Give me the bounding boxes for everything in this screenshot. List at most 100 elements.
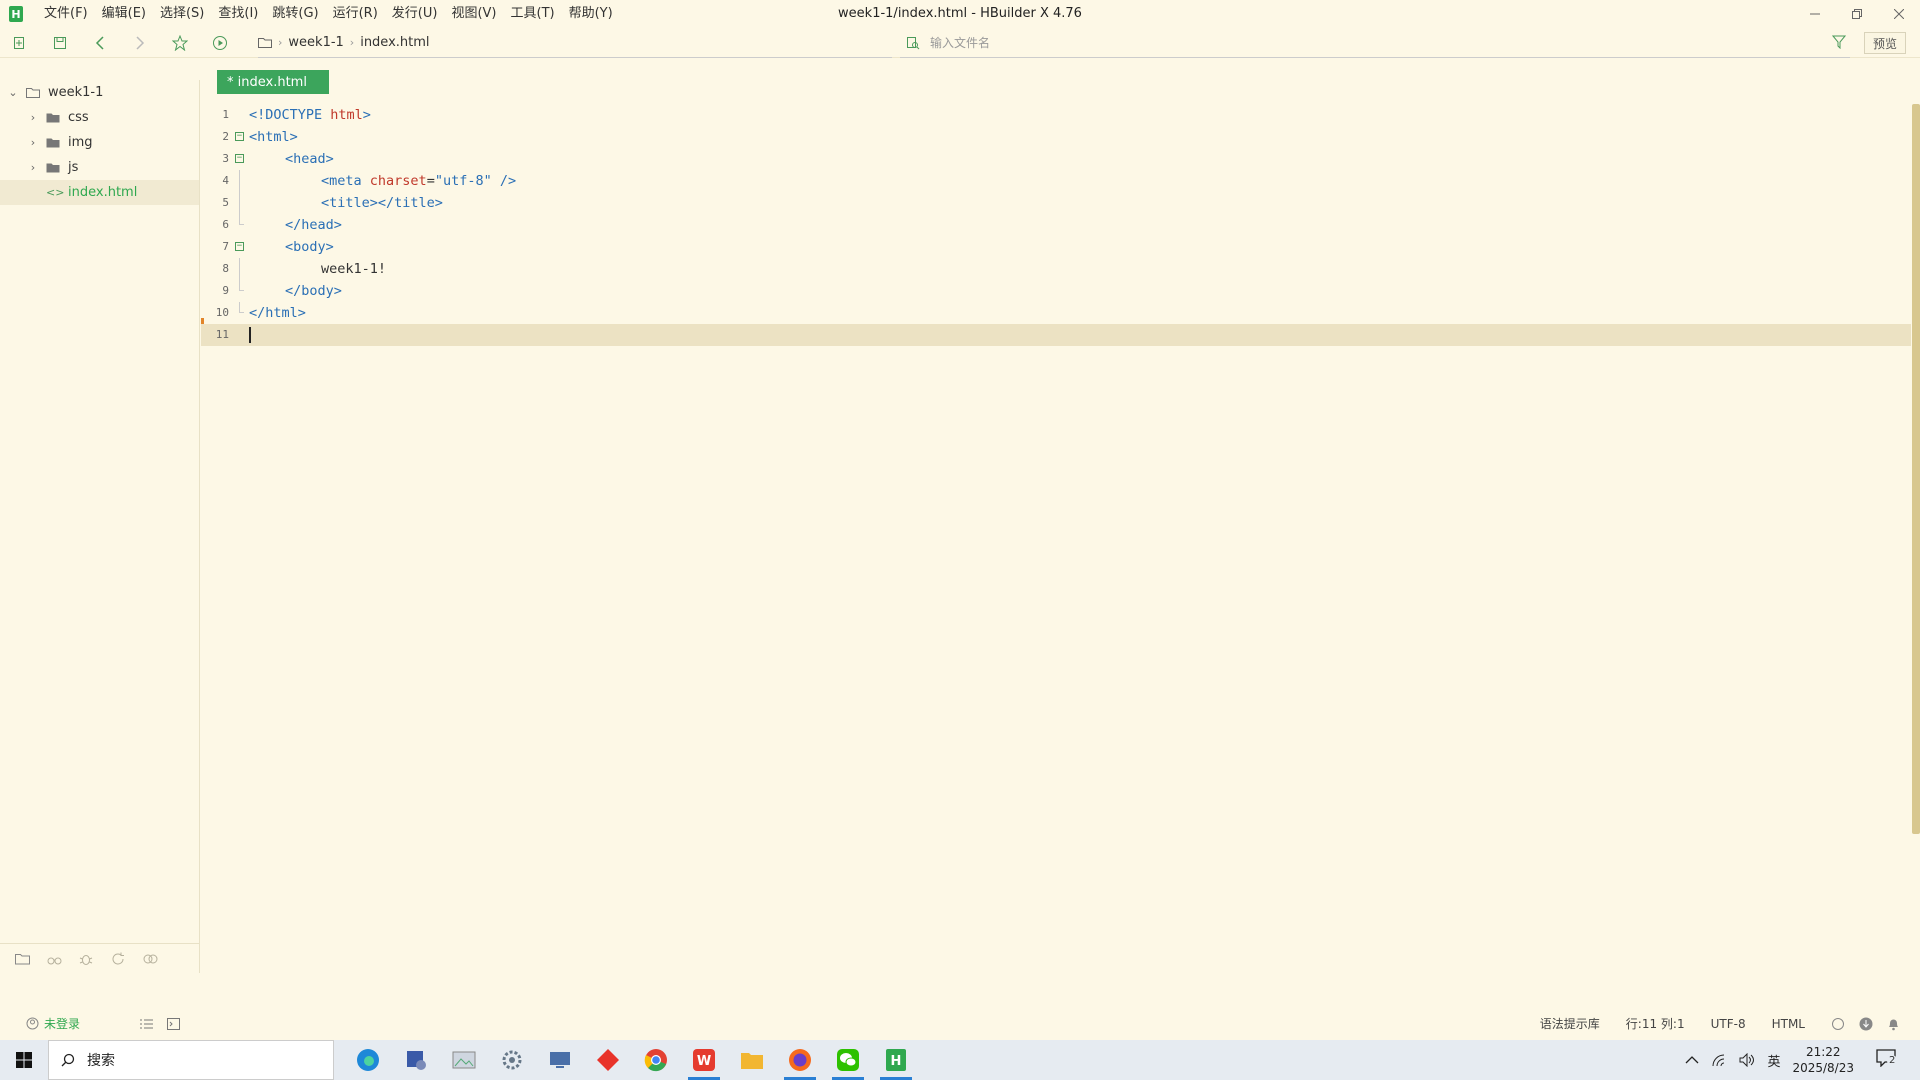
taskbar-app-explorer[interactable] bbox=[728, 1040, 776, 1080]
menu-publish[interactable]: 发行(U) bbox=[385, 0, 445, 28]
favorite-button[interactable] bbox=[160, 28, 200, 58]
back-button[interactable] bbox=[80, 28, 120, 58]
clock-time: 21:22 bbox=[1805, 1045, 1841, 1059]
menu-file[interactable]: 文件(F) bbox=[37, 0, 95, 28]
code-line[interactable]: 5 <title></title> bbox=[201, 192, 1911, 214]
tab-index-html[interactable]: * index.html bbox=[217, 70, 329, 94]
chevron-up-icon[interactable] bbox=[1685, 1055, 1699, 1065]
plugin-panel-button[interactable] bbox=[134, 952, 166, 965]
minimize-button[interactable] bbox=[1794, 0, 1836, 28]
star-icon bbox=[172, 34, 188, 51]
fold-toggle-icon[interactable]: − bbox=[235, 242, 244, 251]
chevron-right-icon[interactable]: › bbox=[26, 136, 40, 149]
debug-panel-button[interactable] bbox=[70, 952, 102, 966]
fold-guide bbox=[239, 302, 244, 313]
language-selector[interactable]: HTML bbox=[1772, 1017, 1805, 1031]
tree-item-index-html[interactable]: <> index.html bbox=[0, 180, 199, 205]
search-panel-button[interactable] bbox=[38, 953, 70, 965]
toolbar: › week1-1 › index.html 预览 bbox=[0, 28, 1920, 58]
code-line-current[interactable]: 11 bbox=[201, 324, 1911, 346]
list-icon[interactable] bbox=[140, 1018, 154, 1030]
run-button[interactable] bbox=[200, 28, 240, 58]
chevron-right-icon[interactable]: › bbox=[26, 161, 40, 174]
tree-item-css[interactable]: › css bbox=[0, 105, 199, 130]
bell-icon[interactable] bbox=[1887, 1017, 1900, 1031]
preview-button[interactable]: 预览 bbox=[1864, 32, 1906, 54]
fold-toggle-icon[interactable]: − bbox=[235, 132, 244, 141]
taskbar-app-remote[interactable] bbox=[536, 1040, 584, 1080]
login-status[interactable]: 未登录 bbox=[26, 1015, 80, 1032]
breadcrumb-item-project[interactable]: week1-1 bbox=[288, 35, 343, 50]
code-line[interactable]: 7 − <body> bbox=[201, 236, 1911, 258]
breadcrumb-item-file[interactable]: index.html bbox=[360, 35, 429, 50]
taskbar-app-edge[interactable] bbox=[344, 1040, 392, 1080]
encoding-selector[interactable]: UTF-8 bbox=[1711, 1017, 1746, 1031]
taskbar-app-wps[interactable]: W bbox=[680, 1040, 728, 1080]
taskbar-app-photos[interactable] bbox=[440, 1040, 488, 1080]
volume-icon[interactable] bbox=[1739, 1053, 1755, 1067]
svg-text:H: H bbox=[891, 1054, 902, 1069]
save-button[interactable] bbox=[40, 28, 80, 58]
tree-item-project[interactable]: ⌄ week1-1 bbox=[0, 80, 199, 105]
code-editor[interactable]: * index.html 1 <!DOCTYPE html> 2 − <html… bbox=[201, 58, 1920, 973]
code-line[interactable]: 9 </body> bbox=[201, 280, 1911, 302]
new-file-button[interactable] bbox=[0, 28, 40, 58]
terminal-icon[interactable] bbox=[167, 1017, 181, 1030]
chevron-down-icon[interactable]: ⌄ bbox=[6, 86, 20, 99]
taskbar-app-hbuilder[interactable]: H bbox=[872, 1040, 920, 1080]
code-line[interactable]: 3 − <head> bbox=[201, 148, 1911, 170]
code-line[interactable]: 4 <meta charset="utf-8" /> bbox=[201, 170, 1911, 192]
menu-edit[interactable]: 编辑(E) bbox=[95, 0, 153, 28]
filter-icon[interactable] bbox=[1832, 35, 1846, 49]
menu-tools[interactable]: 工具(T) bbox=[504, 0, 562, 28]
restore-button[interactable] bbox=[1836, 0, 1878, 28]
play-circle-icon bbox=[213, 35, 227, 50]
taskbar-search-box[interactable]: 搜索 bbox=[48, 1040, 334, 1080]
code-area[interactable]: 1 <!DOCTYPE html> 2 − <html> 3 − <head> … bbox=[201, 104, 1911, 346]
vertical-scrollbar[interactable] bbox=[1912, 104, 1920, 834]
gear-icon bbox=[502, 1050, 522, 1070]
code-line[interactable]: 2 − <html> bbox=[201, 126, 1911, 148]
tree-item-img[interactable]: › img bbox=[0, 130, 199, 155]
close-button[interactable] bbox=[1878, 0, 1920, 28]
taskbar-app-firefox[interactable] bbox=[776, 1040, 824, 1080]
cursor-position[interactable]: 行:11 列:1 bbox=[1626, 1015, 1685, 1032]
search-icon bbox=[61, 1053, 75, 1067]
download-icon[interactable] bbox=[1859, 1017, 1873, 1031]
taskbar-app-wechat[interactable] bbox=[824, 1040, 872, 1080]
taskbar-app-red[interactable] bbox=[584, 1040, 632, 1080]
taskbar-app-settings[interactable] bbox=[488, 1040, 536, 1080]
start-button[interactable] bbox=[0, 1040, 48, 1080]
network-icon[interactable] bbox=[1711, 1053, 1727, 1067]
syntax-library-button[interactable]: 语法提示库 bbox=[1540, 1015, 1600, 1032]
monitor-icon bbox=[550, 1052, 570, 1068]
binoculars-icon bbox=[47, 957, 61, 964]
code-line[interactable]: 8 week1-1! bbox=[201, 258, 1911, 280]
chevron-left-icon bbox=[95, 35, 104, 50]
menu-view[interactable]: 视图(V) bbox=[444, 0, 503, 28]
taskbar-app-chrome[interactable] bbox=[632, 1040, 680, 1080]
code-line[interactable]: 6 </head> bbox=[201, 214, 1911, 236]
code-line[interactable]: 1 <!DOCTYPE html> bbox=[201, 104, 1911, 126]
taskbar-app-tool[interactable] bbox=[392, 1040, 440, 1080]
menu-run[interactable]: 运行(R) bbox=[326, 0, 385, 28]
code-line[interactable]: 10 </html> bbox=[201, 302, 1911, 324]
edge-icon bbox=[357, 1049, 379, 1071]
tree-item-js[interactable]: › js bbox=[0, 155, 199, 180]
fold-toggle-icon[interactable]: − bbox=[235, 154, 244, 163]
forward-button[interactable] bbox=[120, 28, 160, 58]
file-name-input[interactable] bbox=[930, 35, 1630, 50]
notification-center-button[interactable]: 2 bbox=[1876, 1049, 1906, 1071]
chat-icon[interactable] bbox=[1831, 1017, 1845, 1031]
code-text: <head> bbox=[285, 151, 334, 167]
source-control-button[interactable] bbox=[102, 952, 134, 966]
tree-item-label: js bbox=[68, 160, 79, 175]
project-manager-button[interactable] bbox=[6, 953, 38, 965]
menu-find[interactable]: 查找(I) bbox=[211, 0, 265, 28]
menu-goto[interactable]: 跳转(G) bbox=[265, 0, 325, 28]
input-method-indicator[interactable]: 英 bbox=[1767, 1051, 1780, 1070]
menu-help[interactable]: 帮助(Y) bbox=[562, 0, 620, 28]
chevron-right-icon[interactable]: › bbox=[26, 111, 40, 124]
clock[interactable]: 21:22 2025/8/23 bbox=[1792, 1044, 1854, 1076]
menu-select[interactable]: 选择(S) bbox=[153, 0, 211, 28]
